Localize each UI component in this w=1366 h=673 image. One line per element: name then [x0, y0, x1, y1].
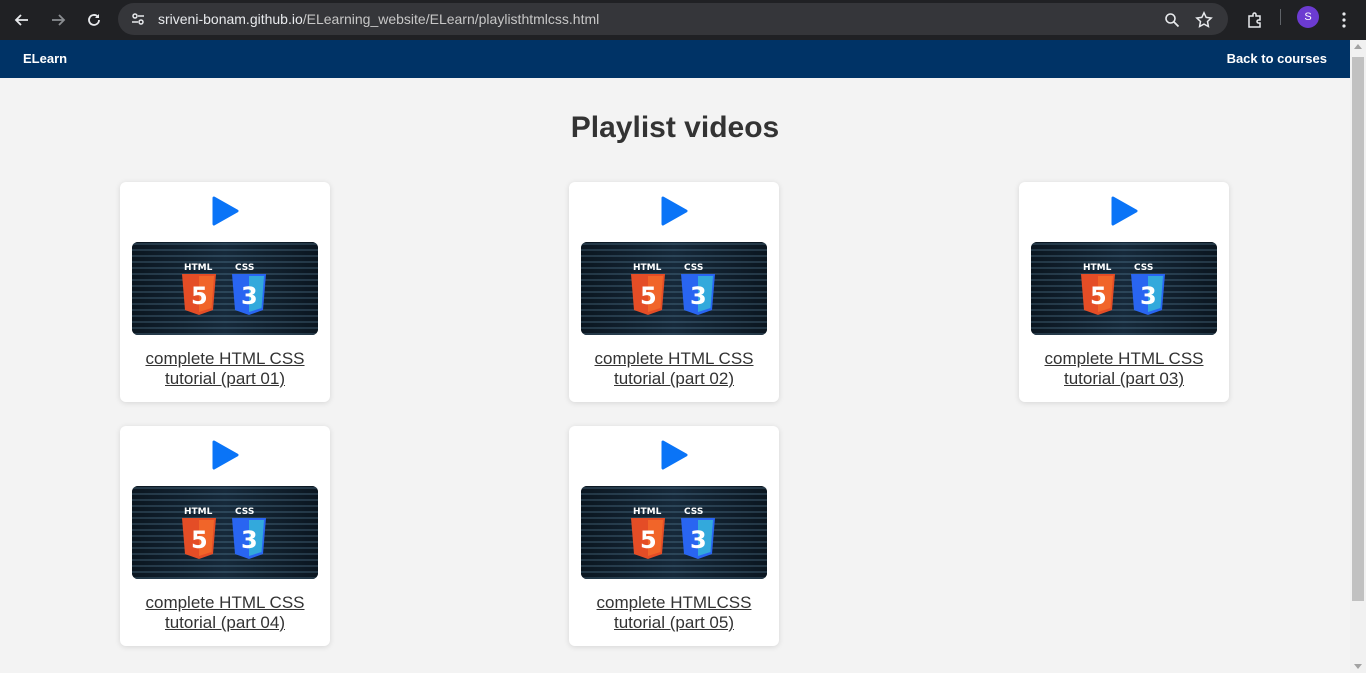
video-thumbnail[interactable]: HTML 5 CSS 3: [132, 486, 318, 579]
svg-text:3: 3: [241, 282, 258, 310]
video-thumbnail[interactable]: HTML 5 CSS 3: [581, 486, 767, 579]
address-bar[interactable]: sriveni-bonam.github.io/ELearning_websit…: [118, 3, 1228, 35]
svg-text:HTML: HTML: [1083, 263, 1112, 273]
svg-text:5: 5: [640, 282, 657, 310]
play-icon[interactable]: [660, 196, 688, 226]
browser-toolbar: sriveni-bonam.github.io/ELearning_websit…: [0, 0, 1366, 40]
site-navbar: ELearn Back to courses: [0, 40, 1350, 78]
video-title-link[interactable]: complete HTML CSS tutorial (part 04): [120, 593, 330, 633]
svg-text:5: 5: [191, 526, 208, 554]
svg-text:CSS: CSS: [1134, 263, 1153, 273]
svg-text:5: 5: [1090, 282, 1107, 310]
play-icon[interactable]: [211, 440, 239, 470]
toolbar-separator: [1280, 9, 1281, 25]
html5-css3-logo-icon: HTML 5 CSS 3: [1081, 263, 1165, 315]
play-icon[interactable]: [660, 440, 688, 470]
more-menu-icon[interactable]: [1330, 6, 1358, 34]
svg-text:3: 3: [690, 282, 707, 310]
svg-text:3: 3: [241, 526, 258, 554]
url-text[interactable]: sriveni-bonam.github.io/ELearning_websit…: [158, 11, 599, 27]
bookmark-star-icon[interactable]: [1190, 6, 1218, 34]
profile-avatar[interactable]: S: [1297, 6, 1319, 28]
video-title-link[interactable]: complete HTMLCSS tutorial (part 05): [569, 593, 779, 633]
html5-css3-logo-icon: HTML 5 CSS 3: [182, 263, 266, 315]
zoom-icon[interactable]: [1158, 6, 1186, 34]
svg-text:CSS: CSS: [235, 263, 254, 273]
video-card[interactable]: HTML 5 CSS 3 complete HTML CSS tutorial …: [569, 182, 779, 402]
video-card[interactable]: HTML 5 CSS 3 complete HTML CSS tutorial …: [1019, 182, 1229, 402]
svg-text:CSS: CSS: [684, 263, 703, 273]
reload-icon[interactable]: [80, 6, 108, 34]
video-card[interactable]: HTML 5 CSS 3 complete HTML CSS tutorial …: [120, 426, 330, 646]
video-card[interactable]: HTML 5 CSS 3 complete HTML CSS tutorial …: [120, 182, 330, 402]
video-title-link[interactable]: complete HTML CSS tutorial (part 01): [120, 349, 330, 389]
scroll-up-arrow-icon[interactable]: [1354, 44, 1362, 49]
play-icon[interactable]: [211, 196, 239, 226]
svg-text:3: 3: [1140, 282, 1157, 310]
forward-arrow-icon[interactable]: [44, 6, 72, 34]
svg-text:3: 3: [690, 526, 707, 554]
svg-text:HTML: HTML: [184, 507, 213, 517]
site-settings-icon[interactable]: [130, 11, 146, 32]
video-thumbnail[interactable]: HTML 5 CSS 3: [1031, 242, 1217, 335]
back-arrow-icon[interactable]: [8, 6, 36, 34]
brand-logo[interactable]: ELearn: [23, 51, 67, 66]
play-icon[interactable]: [1110, 196, 1138, 226]
html5-css3-logo-icon: HTML 5 CSS 3: [631, 507, 715, 559]
svg-text:HTML: HTML: [633, 507, 662, 517]
video-title-link[interactable]: complete HTML CSS tutorial (part 02): [569, 349, 779, 389]
scrollbar-thumb[interactable]: [1352, 57, 1364, 601]
video-thumbnail[interactable]: HTML 5 CSS 3: [132, 242, 318, 335]
svg-text:HTML: HTML: [633, 263, 662, 273]
page-title: Playlist videos: [570, 111, 780, 144]
video-title-link[interactable]: complete HTML CSS tutorial (part 03): [1019, 349, 1229, 389]
video-thumbnail[interactable]: HTML 5 CSS 3: [581, 242, 767, 335]
svg-text:5: 5: [640, 526, 657, 554]
svg-text:HTML: HTML: [184, 263, 213, 273]
video-card[interactable]: HTML 5 CSS 3 complete HTMLCSS tutorial (…: [569, 426, 779, 646]
scroll-down-arrow-icon[interactable]: [1354, 664, 1362, 669]
back-to-courses-link[interactable]: Back to courses: [1227, 51, 1327, 66]
svg-text:CSS: CSS: [684, 507, 703, 517]
html5-css3-logo-icon: HTML 5 CSS 3: [631, 263, 715, 315]
svg-text:5: 5: [191, 282, 208, 310]
svg-text:CSS: CSS: [235, 507, 254, 517]
extensions-puzzle-icon[interactable]: [1241, 6, 1269, 34]
html5-css3-logo-icon: HTML 5 CSS 3: [182, 507, 266, 559]
